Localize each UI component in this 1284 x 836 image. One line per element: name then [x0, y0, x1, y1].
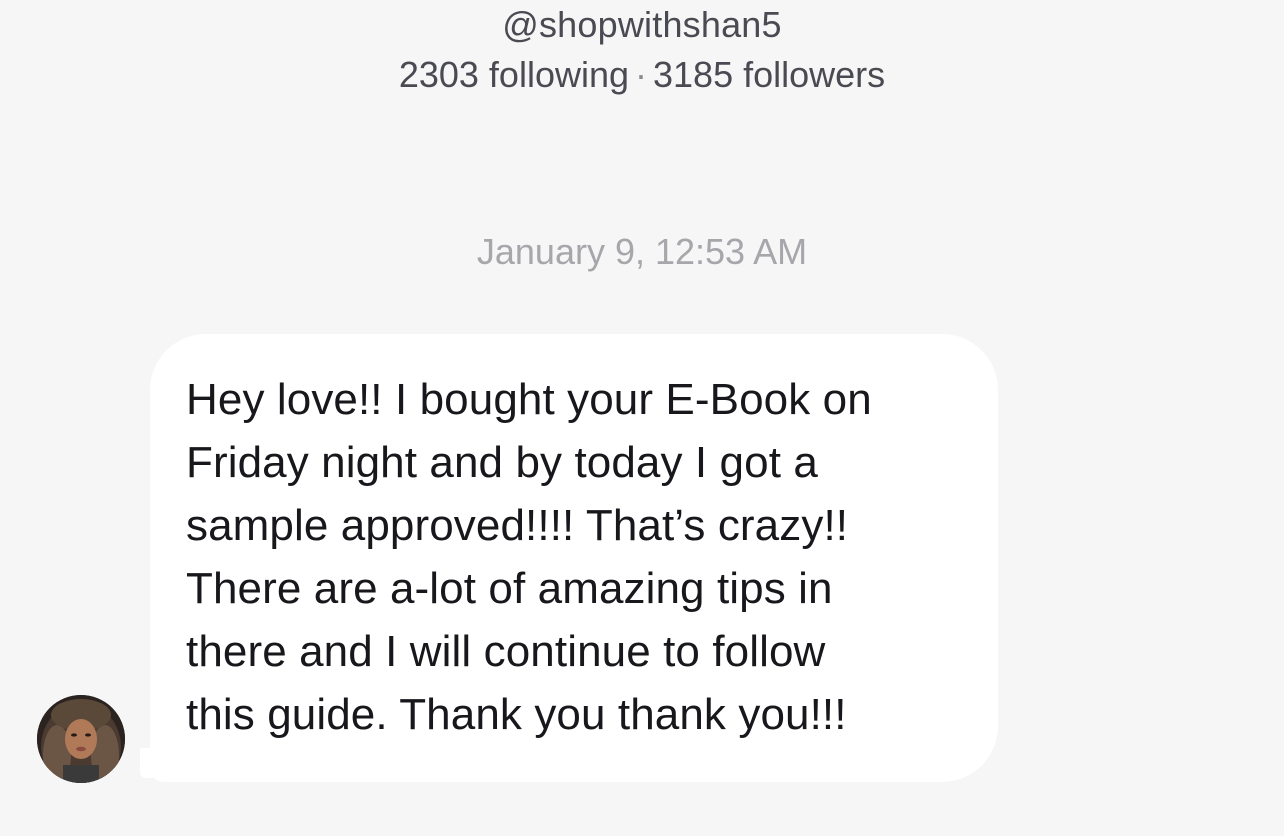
followers-count[interactable]: 3185 followers — [653, 54, 885, 95]
message-timestamp: January 9, 12:53 AM — [476, 231, 808, 272]
profile-username[interactable]: @shopwithshan5 — [0, 3, 1284, 47]
following-count[interactable]: 2303 following — [399, 54, 629, 95]
avatar-image — [37, 695, 125, 783]
message-bubble[interactable]: Hey love!! I bought your E-Book on Frida… — [150, 334, 998, 782]
stats-separator: · — [635, 54, 648, 95]
message-text: Hey love!! I bought your E-Book on Frida… — [186, 375, 872, 739]
profile-stats: 2303 following · 3185 followers — [0, 53, 1284, 97]
sender-avatar[interactable] — [37, 695, 125, 783]
